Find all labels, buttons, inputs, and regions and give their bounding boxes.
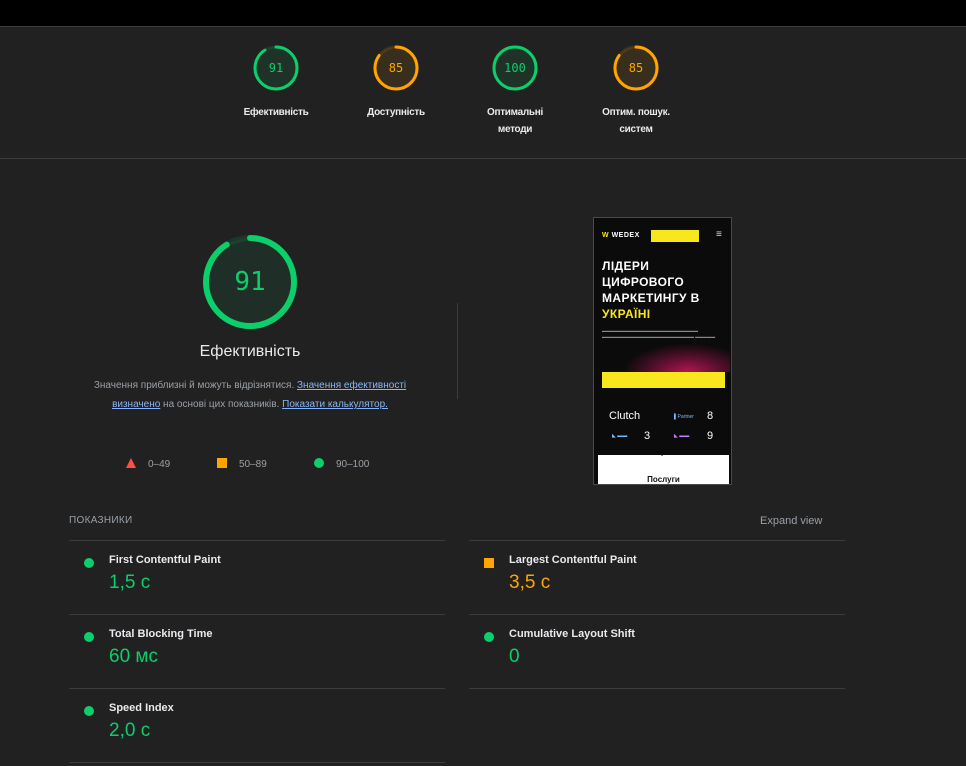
average-square-icon: [484, 558, 494, 568]
square-icon: [217, 458, 227, 468]
performance-score: 91: [234, 267, 266, 297]
metric-lcp: Largest Contentful Paint 3,5 с: [469, 554, 845, 612]
divider: [469, 614, 845, 615]
notch: [657, 451, 667, 456]
metric-value: 1,5 с: [109, 572, 151, 593]
legend-fail: 0–49: [126, 458, 170, 472]
site-headline: ЛІДЕРИ ЦИФРОВОГО МАРКЕТИНГУ В УКРАЇНІ: [602, 259, 700, 321]
gauge-label: Оптимальні методи: [486, 107, 543, 135]
legend-range: 50–89: [239, 459, 267, 470]
desc-text: Значення приблизні й можуть відрізнятися…: [93, 380, 298, 391]
legend-range: 0–49: [148, 459, 171, 470]
site-subtext: ▬▬▬▬▬▬▬▬▬▬▬▬▬▬▬▬▬▬▬▬▬▬▬▬ ▬▬▬▬▬▬▬▬▬▬▬▬▬▬▬…: [602, 328, 716, 339]
circle-icon: [314, 458, 324, 468]
hamburger-icon: ≡: [716, 229, 722, 240]
gauge-score: 85: [388, 61, 404, 75]
site-cta-button: [602, 372, 725, 388]
clutch-logo: Clutch: [609, 410, 641, 422]
gauge-label: Ефективність: [243, 107, 309, 118]
divider: [69, 762, 445, 763]
gauge-score: 100: [504, 61, 526, 75]
gauge-score: 85: [628, 61, 644, 75]
metrics-title: ПОКАЗНИКИ: [69, 515, 133, 526]
pass-circle-icon: [484, 632, 494, 642]
metric-name: Largest Contentful Paint: [509, 554, 637, 566]
calculator-link[interactable]: Показати калькулятор.: [282, 399, 388, 410]
rating-badge: ◣ ▬▬: [674, 433, 690, 439]
performance-description: Значення приблизні й можуть відрізнятися…: [80, 376, 420, 414]
rank-badge: 3: [644, 430, 651, 442]
category-summary: 91 Ефективність 85 Доступність 100 Оптим…: [0, 28, 966, 159]
triangle-icon: [126, 458, 136, 468]
services-section: Послуги: [598, 455, 729, 484]
metric-value: 2,0 с: [109, 720, 151, 741]
gauge-seo[interactable]: 85 Оптим. пошук. систем: [591, 44, 681, 138]
site-logo: W WEDEX: [602, 232, 640, 239]
metric-cls: Cumulative Layout Shift 0: [469, 628, 845, 686]
divider: [69, 540, 445, 541]
metric-value: 3,5 с: [509, 572, 551, 593]
partner-badge: ▌Partner: [674, 414, 694, 420]
rating-badge: ◣ ▬▬: [612, 433, 628, 439]
pass-circle-icon: [84, 632, 94, 642]
metric-name: Total Blocking Time: [109, 628, 213, 640]
metric-name: Speed Index: [109, 702, 174, 714]
gauge-accessibility[interactable]: 85 Доступність: [351, 44, 441, 121]
gauge-label: Доступність: [367, 107, 425, 118]
gauge-performance[interactable]: 91 Ефективність: [231, 44, 321, 121]
rank-badge: 9: [707, 430, 714, 442]
expand-view-button[interactable]: Expand view: [760, 515, 822, 527]
metric-name: Cumulative Layout Shift: [509, 628, 635, 640]
gauge-score: 91: [268, 61, 284, 75]
metric-fcp: First Contentful Paint 1,5 с: [69, 554, 445, 612]
pass-circle-icon: [84, 706, 94, 716]
divider: [69, 614, 445, 615]
gauge-best-practices[interactable]: 100 Оптимальні методи: [470, 44, 560, 138]
divider: [469, 540, 845, 541]
metric-name: First Contentful Paint: [109, 554, 221, 566]
performance-title: Ефективність: [199, 343, 301, 360]
desc-text: на основі цих показників.: [160, 399, 283, 410]
header-button: [651, 230, 699, 242]
gauge-label: Оптим. пошук. систем: [602, 107, 670, 135]
divider: [457, 303, 458, 399]
metric-value: 60 мс: [109, 646, 158, 667]
divider: [469, 688, 845, 689]
pass-circle-icon: [84, 558, 94, 568]
rank-badge: 8: [707, 410, 714, 422]
performance-gauge: 91: [200, 232, 300, 332]
metric-speed-index: Speed Index 2,0 с: [69, 702, 445, 760]
metric-value: 0: [509, 646, 520, 667]
divider: [69, 688, 445, 689]
legend-average: 50–89: [217, 458, 267, 472]
page-screenshot[interactable]: W WEDEX ≡ ЛІДЕРИ ЦИФРОВОГО МАРКЕТИНГУ В …: [593, 217, 732, 485]
top-bar: [0, 0, 966, 27]
decorative-wave: [624, 344, 730, 372]
legend-range: 90–100: [336, 459, 370, 470]
metric-tbt: Total Blocking Time 60 мс: [69, 628, 445, 686]
legend-pass: 90–100: [314, 458, 369, 472]
